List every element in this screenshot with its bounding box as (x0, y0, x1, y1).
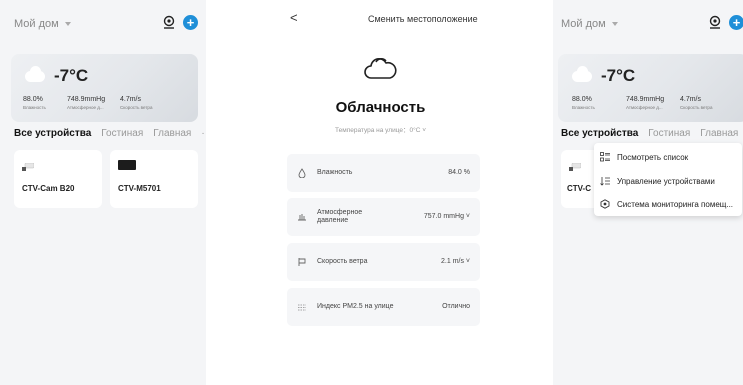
temperature: -7°C (54, 66, 89, 85)
menu-item-label: Посмотреть список (617, 152, 689, 162)
device-name: CTV-C (567, 184, 591, 193)
outdoor-temperature[interactable]: Температура на улице：0°C ˅ (275, 124, 486, 134)
tab-main[interactable]: Главная (700, 128, 738, 139)
pressure-value: 748.9mmHg (626, 96, 665, 103)
row-value: Отлично (442, 303, 470, 310)
weather-card[interactable]: -7°C 88.0% Влажность 748.9mmHg Атмосферн… (558, 54, 743, 122)
weather-condition: Облачность (335, 99, 426, 116)
device-name: CTV-M5701 (118, 184, 161, 193)
pressure-icon (298, 214, 306, 221)
home-selector[interactable]: Мой дом (14, 18, 71, 30)
sort-icon (600, 177, 610, 186)
home-title: Мой дом (14, 18, 59, 30)
wind-label: Скорость ветра (680, 105, 713, 110)
chevron-down-icon (611, 22, 618, 26)
wind-value: 4.7m/s (120, 96, 142, 103)
weather-card[interactable]: -7°C 88.0% Влажность 748.9mmHg Атмосферн… (11, 54, 198, 122)
pm25-icon (298, 304, 306, 311)
camera-icon[interactable] (162, 15, 176, 29)
more-button[interactable]: ··· (201, 128, 206, 139)
humidity-label: Влажность (23, 105, 46, 110)
device-card-cam[interactable]: CTV-Cam B20 (14, 150, 102, 208)
change-location-text: Сменить местоположение (368, 14, 478, 24)
menu-item-view-list[interactable]: Посмотреть список (594, 146, 742, 168)
device-card-m5701[interactable]: CTV-M5701 (110, 150, 198, 208)
menu-item-label: Управление устройствами (617, 176, 715, 186)
humidity-row: Влажность 84.0 % (287, 154, 480, 192)
row-label: Атмосферное давление (317, 209, 363, 224)
list-icon (600, 152, 610, 162)
home-title: Мой дом (561, 18, 606, 30)
add-icon[interactable]: + (183, 15, 198, 30)
humidity-label: Влажность (572, 105, 595, 110)
room-tabs: Все устройства Гостиная Главная ··· (561, 128, 743, 139)
row-label: Индекс PM2.5 на улице (317, 303, 394, 310)
row-value: 2.1 m/s ˅ (441, 258, 470, 265)
camera-device-icon (22, 163, 34, 171)
more-menu: Посмотреть список Управление устройствам… (594, 143, 742, 216)
add-icon[interactable]: + (729, 15, 743, 30)
chevron-down-icon (64, 22, 71, 26)
wind-label: Скорость ветра (120, 105, 153, 110)
tab-main[interactable]: Главная (153, 128, 191, 139)
tab-all-devices[interactable]: Все устройства (561, 128, 638, 139)
menu-item-room-monitoring[interactable]: Система мониторинга помещ... (594, 193, 742, 215)
camera-device-icon (569, 163, 581, 171)
tab-living-room[interactable]: Гостиная (648, 128, 690, 139)
pm25-row: Индекс PM2.5 на улице Отлично (287, 288, 480, 326)
row-label: Скорость ветра (317, 258, 368, 265)
wind-icon (298, 258, 306, 266)
pressure-value: 748.9mmHg (67, 96, 106, 103)
weather-detail-screen: < Сменить местоположение Облачность Темп… (275, 0, 486, 385)
back-button[interactable]: < (290, 10, 298, 25)
room-tabs: Все устройства Гостиная Главная ··· (14, 128, 206, 139)
row-value: 757.0 mmHg ˅ (423, 213, 470, 220)
wind-value: 4.7m/s (680, 96, 702, 103)
tab-all-devices[interactable]: Все устройства (14, 128, 91, 139)
humidity-value: 88.0% (23, 96, 43, 103)
temperature: -7°C (601, 66, 636, 85)
wind-row[interactable]: Скорость ветра 2.1 m/s ˅ (287, 243, 480, 281)
pressure-label: Атмосферное д... (67, 105, 104, 110)
cloud-icon (572, 66, 592, 82)
device-name: CTV-Cam B20 (22, 184, 75, 193)
left-screen: Мой дом + -7°C 88.0% Влажность 748.9mmHg… (0, 0, 206, 385)
pressure-label: Атмосферное д... (626, 105, 663, 110)
monitor-icon (600, 199, 610, 209)
row-label: Влажность (317, 169, 353, 176)
home-selector[interactable]: Мой дом (561, 18, 618, 30)
water-drop-icon (298, 168, 306, 178)
camera-icon[interactable] (708, 15, 722, 29)
cloud-icon (364, 57, 397, 79)
cloud-icon (25, 66, 45, 82)
tab-living-room[interactable]: Гостиная (101, 128, 143, 139)
row-value: 84.0 % (448, 169, 470, 176)
menu-item-label: Система мониторинга помещ... (617, 199, 734, 209)
device-box-icon (118, 160, 136, 170)
menu-item-manage-devices[interactable]: Управление устройствами (594, 170, 742, 192)
pressure-row[interactable]: Атмосферное давление 757.0 mmHg ˅ (287, 198, 480, 236)
humidity-value: 88.0% (572, 96, 592, 103)
